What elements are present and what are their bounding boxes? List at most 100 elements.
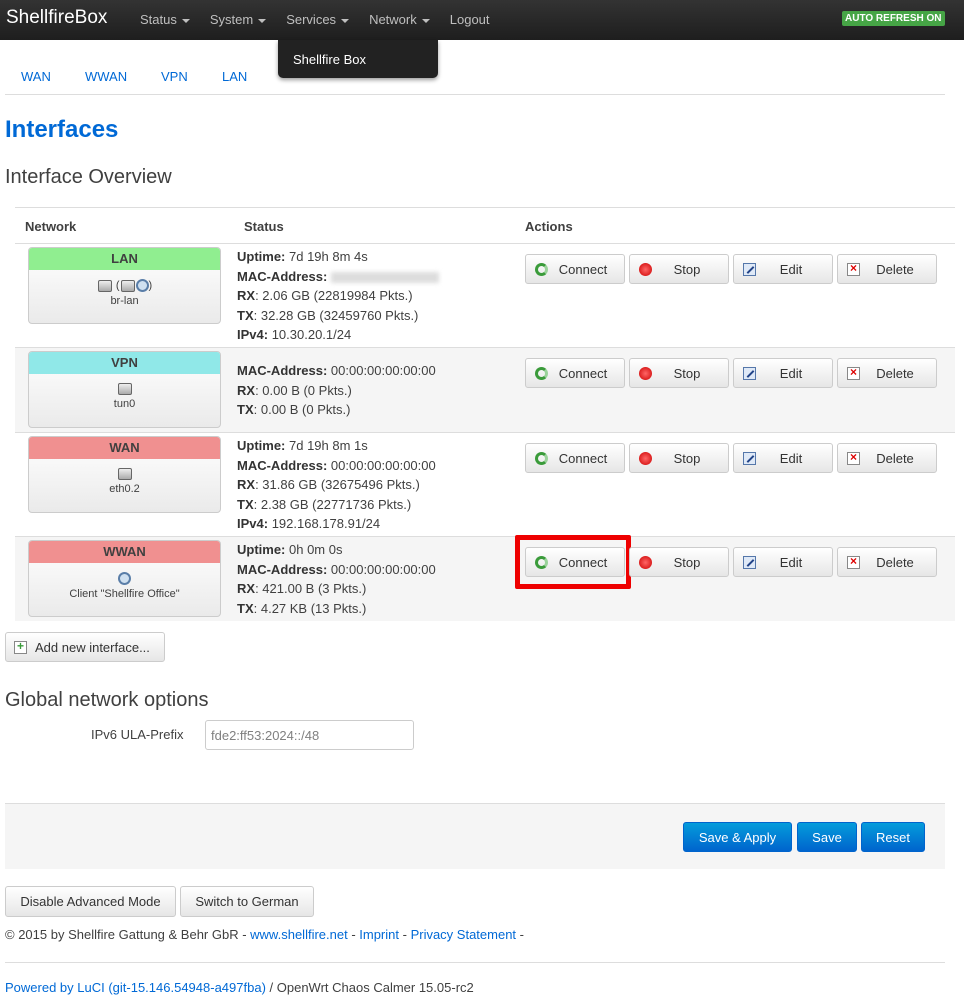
footer-divider [5, 962, 945, 963]
interface-status: Uptime: 0h 0m 0s MAC-Address: 00:00:00:0… [237, 542, 436, 616]
auto-refresh-badge[interactable]: AUTO REFRESH ON [842, 11, 945, 26]
stop-button[interactable]: Stop [629, 547, 729, 577]
stop-icon [639, 452, 652, 465]
badge-title: LAN [29, 248, 220, 270]
refresh-icon [535, 263, 548, 276]
menu-services[interactable]: Services [276, 0, 359, 40]
powered-by: Powered by LuCI (git-15.146.54948-a497fb… [5, 980, 474, 995]
delete-button[interactable]: Delete [837, 254, 937, 284]
interface-badge-vpn[interactable]: VPN tun0 [28, 351, 221, 428]
switch-language-button[interactable]: Switch to German [180, 886, 314, 917]
delete-button[interactable]: Delete [837, 547, 937, 577]
brand-logo[interactable]: ShellfireBox [6, 7, 107, 29]
delete-icon [847, 554, 860, 569]
network-device-icon [120, 279, 135, 292]
ula-prefix-label: IPv6 ULA-Prefix [91, 727, 184, 742]
device-name: tun0 [113, 398, 136, 411]
luci-link[interactable]: Powered by LuCI (git-15.146.54948-a497fb… [5, 980, 266, 995]
table-row: WAN eth0.2 Uptime: 7d 19h 8m 1s MAC-Addr… [15, 433, 955, 537]
tab-wwan[interactable]: WWAN [85, 69, 127, 84]
badge-title: VPN [29, 352, 220, 374]
stop-icon [639, 263, 652, 276]
interface-status: MAC-Address: 00:00:00:00:00:00 RX: 0.00 … [237, 363, 436, 417]
device-name: eth0.2 [109, 483, 140, 496]
device-icons: () [29, 279, 220, 292]
interface-badge-wan[interactable]: WAN eth0.2 [28, 436, 221, 513]
edit-button[interactable]: Edit [733, 254, 833, 284]
refresh-icon [535, 452, 548, 465]
stop-button[interactable]: Stop [629, 254, 729, 284]
device-name: br-lan [110, 295, 139, 307]
save-apply-button[interactable]: Save & Apply [683, 822, 792, 852]
edit-button[interactable]: Edit [733, 358, 833, 388]
chevron-down-icon [421, 18, 430, 23]
edit-icon [743, 556, 756, 569]
connect-button[interactable]: Connect [525, 443, 625, 473]
interface-status: Uptime: 7d 19h 8m 4s MAC-Address: RX: 2.… [237, 247, 439, 345]
delete-icon [847, 450, 860, 465]
menu-status[interactable]: Status [130, 0, 200, 40]
edit-icon [743, 367, 756, 380]
overview-title: Interface Overview [5, 166, 172, 188]
reset-button[interactable]: Reset [861, 822, 925, 852]
edit-button[interactable]: Edit [733, 443, 833, 473]
stop-button[interactable]: Stop [629, 358, 729, 388]
badge-title: WWAN [29, 541, 220, 563]
add-icon [14, 639, 27, 654]
ethernet-device-icon [117, 468, 132, 481]
disable-advanced-mode-button[interactable]: Disable Advanced Mode [5, 886, 176, 917]
edit-icon [743, 452, 756, 465]
device-icons [29, 468, 220, 481]
tab-lan[interactable]: LAN [222, 69, 247, 84]
refresh-icon [535, 367, 548, 380]
wifi-icon [118, 572, 131, 585]
header-actions: Actions [525, 219, 573, 234]
interface-badge-lan[interactable]: LAN () br-lan [28, 247, 221, 324]
interface-tabs: WAN WWAN VPN LAN [5, 57, 945, 95]
privacy-link[interactable]: Privacy Statement [411, 927, 517, 942]
tab-wan[interactable]: WAN [21, 69, 51, 84]
interface-badge-wwan[interactable]: WWAN Client "Shellfire Office" [28, 540, 221, 617]
stop-icon [639, 556, 652, 569]
ula-prefix-input[interactable] [205, 720, 414, 750]
interface-status: Uptime: 7d 19h 8m 1s MAC-Address: 00:00:… [237, 438, 436, 531]
connect-button[interactable]: Connect [525, 358, 625, 388]
website-link[interactable]: www.shellfire.net [250, 927, 348, 942]
page-title: Interfaces [5, 116, 119, 143]
form-actions: Save & Apply Save Reset [5, 803, 945, 869]
header-status: Status [244, 219, 284, 234]
delete-button[interactable]: Delete [837, 443, 937, 473]
interface-table: Network Status Actions LAN () br-lan Upt… [15, 207, 955, 621]
table-row: LAN () br-lan Uptime: 7d 19h 8m 4s MAC-A… [15, 244, 955, 348]
tab-vpn[interactable]: VPN [161, 69, 188, 84]
add-interface-button[interactable]: Add new interface... [5, 632, 165, 662]
connect-button[interactable]: Connect [525, 547, 625, 577]
device-name: Client "Shellfire Office" [69, 588, 180, 600]
global-options-title: Global network options [5, 689, 209, 711]
wifi-icon [135, 279, 149, 292]
menu-network[interactable]: Network [359, 0, 440, 40]
device-icons [29, 383, 220, 396]
chevron-down-icon [341, 18, 350, 23]
imprint-link[interactable]: Imprint [359, 927, 399, 942]
menu-system[interactable]: System [200, 0, 276, 40]
stop-button[interactable]: Stop [629, 443, 729, 473]
edit-icon [743, 263, 756, 276]
edit-button[interactable]: Edit [733, 547, 833, 577]
delete-icon [847, 261, 860, 276]
delete-button[interactable]: Delete [837, 358, 937, 388]
chevron-down-icon [181, 18, 190, 23]
chevron-down-icon [258, 18, 267, 23]
footer: © 2015 by Shellfire Gattung & Behr GbR -… [5, 927, 525, 942]
redacted-mac [330, 271, 439, 283]
refresh-icon [535, 556, 548, 569]
connect-button[interactable]: Connect [525, 254, 625, 284]
main-menu: Status System Services Network Logout [130, 0, 500, 40]
save-button[interactable]: Save [797, 822, 857, 852]
menu-logout[interactable]: Logout [440, 0, 500, 40]
table-row: VPN tun0 MAC-Address: 00:00:00:00:00:00 … [15, 348, 955, 433]
stop-icon [639, 367, 652, 380]
table-header: Network Status Actions [15, 207, 955, 244]
badge-title: WAN [29, 437, 220, 459]
tunnel-device-icon [117, 383, 132, 396]
